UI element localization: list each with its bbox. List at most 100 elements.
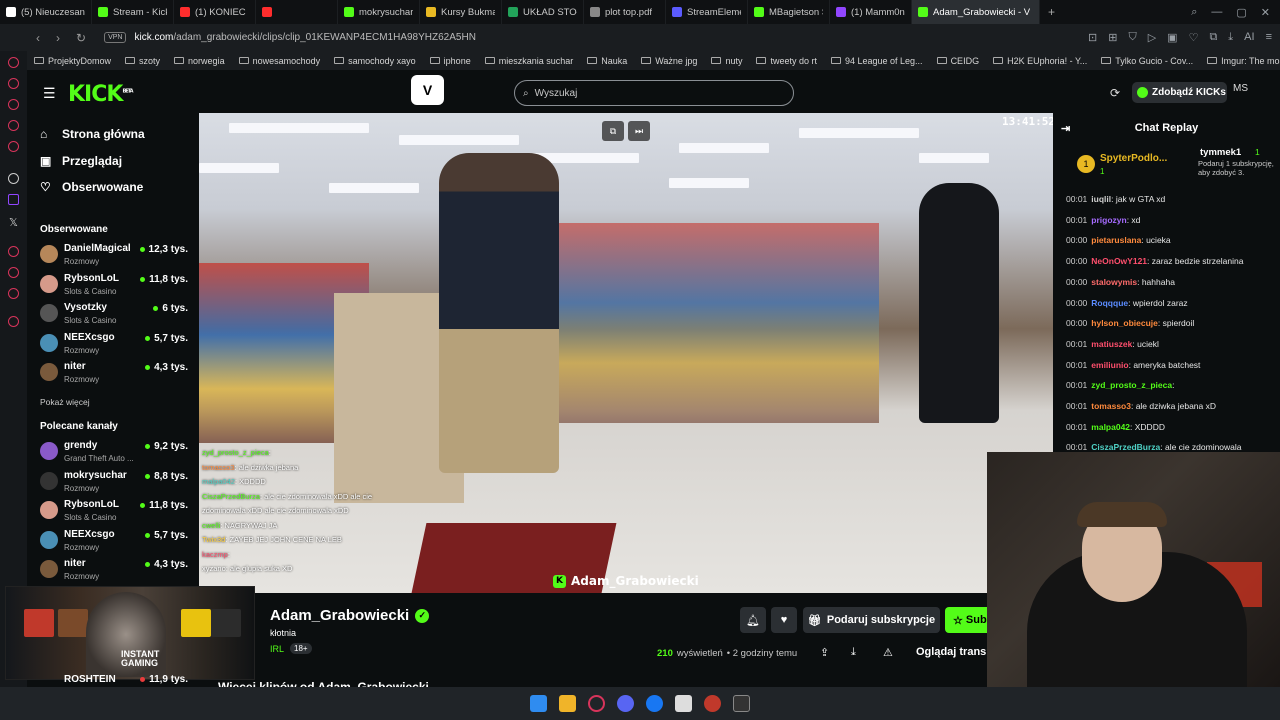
nav-browse[interactable]: ▣ Przeglądaj	[40, 154, 122, 168]
tab-grid-icon[interactable]: ⊡	[1088, 31, 1097, 44]
browser-tab[interactable]: Stream - Kick D	[92, 0, 174, 24]
sidebar-channel[interactable]: niter Rozmowy 4,3 tys.	[40, 361, 188, 387]
browser-tab[interactable]	[256, 0, 338, 24]
download-icon[interactable]: ⤓	[1228, 31, 1233, 44]
chat-user[interactable]: CiszaPrzedBurza	[1091, 442, 1160, 452]
share-icon[interactable]: ⇪	[820, 646, 829, 659]
bookmark-item[interactable]: Ważne jpg	[634, 56, 704, 66]
notepad-icon[interactable]	[675, 695, 692, 712]
play-icon[interactable]: ▷	[1148, 31, 1156, 44]
file-explorer-icon[interactable]	[559, 695, 576, 712]
bookmark-item[interactable]: tweety do rt	[749, 56, 824, 66]
skip-icon[interactable]: ⏭	[628, 121, 650, 141]
browser-tab[interactable]: plot top.pdf	[584, 0, 666, 24]
facebook-icon[interactable]	[646, 695, 663, 712]
url-field[interactable]: VPN kick.com/adam_grabowiecki/clips/clip…	[104, 32, 476, 43]
bookmark-item[interactable]: Nauka	[580, 56, 634, 66]
start-icon[interactable]	[530, 695, 547, 712]
sidebar-channel[interactable]: Vysotzky Slots & Casino 6 tys.	[40, 302, 188, 328]
chat-user[interactable]: iuqlil	[1091, 194, 1111, 204]
obs-icon[interactable]	[704, 695, 721, 712]
browser-tab[interactable]: mokrysuchar St	[338, 0, 420, 24]
search-tabs-icon[interactable]: ⌕	[1191, 6, 1197, 19]
home-icon[interactable]	[8, 57, 19, 68]
category-link[interactable]: IRL	[270, 644, 284, 654]
show-more-link[interactable]: Pokaż więcej	[40, 397, 90, 407]
bookmark-item[interactable]: norwegia	[167, 56, 232, 66]
vpn-badge[interactable]: VPN	[104, 32, 127, 43]
sidebar-channel[interactable]: NEEXcsgo Rozmowy 5,7 tys.	[40, 332, 188, 358]
chat-user[interactable]: prigozyn	[1091, 215, 1126, 225]
browser-tab[interactable]: UKŁAD STOŁÓW	[502, 0, 584, 24]
hamburger-icon[interactable]: ☰	[43, 85, 56, 102]
browser-tab[interactable]: Adam_Grabowiecki - V	[912, 0, 1040, 24]
bookmark-item[interactable]: szoty	[118, 56, 167, 66]
back-icon[interactable]: ‹	[36, 31, 40, 45]
reload-icon[interactable]: ↻	[76, 31, 86, 45]
bookmark-item[interactable]: 94 League of Leg...	[824, 56, 930, 66]
bookmark-item[interactable]: Imgur: The most a...	[1200, 56, 1280, 66]
v-button[interactable]: V	[411, 75, 444, 105]
chat-user[interactable]: hylson_obiecuje	[1091, 318, 1158, 328]
chat-user[interactable]: emiliunio	[1091, 360, 1128, 370]
clock-icon[interactable]	[8, 246, 19, 257]
chat-user[interactable]: pietaruslana	[1091, 235, 1141, 245]
refresh-icon[interactable]: ⟳	[1110, 86, 1120, 100]
get-kicks-button[interactable]: Zdobądź KICKs	[1132, 82, 1227, 103]
history-icon[interactable]	[8, 78, 19, 89]
kick-logo[interactable]: KICKBETA	[68, 82, 134, 107]
terminal-icon[interactable]	[733, 695, 750, 712]
chat-user[interactable]: malpa042	[1091, 422, 1130, 432]
close-icon[interactable]: ✕	[1261, 6, 1270, 19]
heart-icon[interactable]: ♡	[1189, 31, 1199, 44]
instant-gaming-ad[interactable]: INSTANT GAMING	[5, 586, 255, 680]
collapse-chat-icon[interactable]: ⇥	[1061, 122, 1070, 135]
sidebar-channel[interactable]: mokrysuchar Rozmowy 8,8 tys.	[40, 470, 188, 496]
browser-tab[interactable]: Kursy Bukmache	[420, 0, 502, 24]
sidebar-channel[interactable]: RybsonLoL Slots & Casino 11,8 tys.	[40, 273, 188, 299]
browser-tab[interactable]: StreamElements	[666, 0, 748, 24]
snapshot-icon[interactable]: ⊞	[1108, 31, 1117, 44]
bookmark-item[interactable]: Tylko Gucio - Cov...	[1094, 56, 1200, 66]
chat-user[interactable]: zyd_prosto_z_pieca	[1091, 380, 1172, 390]
bookmark-item[interactable]: ProjektyDomow	[27, 56, 118, 66]
sidebar-channel[interactable]: RybsonLoL Slots & Casino 11,8 tys.	[40, 499, 188, 525]
recommended-channel-roshtein[interactable]: ROSHTEIN 11,9 tys.	[40, 674, 188, 687]
download-clip-icon[interactable]: ⤓	[851, 646, 856, 659]
search-input[interactable]: ⌕ Wyszukaj	[514, 80, 794, 106]
sidebar-channel[interactable]: NEEXcsgo Rozmowy 5,7 tys.	[40, 529, 188, 555]
new-tab-button[interactable]: +	[1040, 5, 1063, 19]
bag-icon[interactable]	[8, 99, 19, 110]
sidebar-channel[interactable]: niter Rozmowy 4,3 tys.	[40, 558, 188, 584]
user-avatar[interactable]: MS	[1233, 83, 1253, 103]
sidebar-channel[interactable]: DanielMagical Rozmowy 12,3 tys.	[40, 243, 188, 269]
download-sidebar-icon[interactable]	[8, 267, 19, 278]
pip-icon[interactable]: ⧉	[602, 121, 624, 141]
browser-tab[interactable]: MBagietson Stre	[748, 0, 830, 24]
bookmark-item[interactable]: iphone	[423, 56, 478, 66]
heart-sidebar-icon[interactable]	[8, 288, 19, 299]
opera-icon[interactable]	[588, 695, 605, 712]
forward-icon[interactable]: ›	[56, 31, 60, 45]
report-icon[interactable]: ⚠	[883, 646, 893, 659]
ai-button[interactable]: AI	[1244, 31, 1254, 44]
video-player[interactable]	[199, 113, 1053, 593]
bookmark-item[interactable]: mieszkania suchar	[478, 56, 581, 66]
follow-button[interactable]: ♥	[771, 607, 797, 633]
menu-icon[interactable]: ≡	[1266, 31, 1272, 44]
twitch-icon[interactable]	[8, 194, 19, 205]
extensions-icon[interactable]: ⧉	[1209, 31, 1217, 44]
bookmark-item[interactable]: CEIDG	[930, 56, 987, 66]
nav-home[interactable]: ⌂ Strona główna	[40, 127, 145, 141]
chat-user[interactable]: stalowymis	[1091, 277, 1137, 287]
messenger-icon[interactable]	[8, 120, 19, 131]
discord-icon[interactable]	[617, 695, 634, 712]
sidebar-channel[interactable]: grendy Grand Theft Auto ... 9,2 tys.	[40, 440, 188, 466]
notification-button[interactable]: 🔔︎	[740, 607, 766, 633]
whatsapp-icon[interactable]	[8, 141, 19, 152]
browser-tab[interactable]: (1) KONIEC RYB	[174, 0, 256, 24]
watch-stream-button[interactable]: Oglądaj transmisję	[916, 646, 987, 658]
bookmark-item[interactable]: nuty	[704, 56, 749, 66]
x-icon[interactable]: 𝕏	[9, 216, 18, 229]
subscribe-button[interactable]: ☆ Sub	[945, 607, 987, 633]
